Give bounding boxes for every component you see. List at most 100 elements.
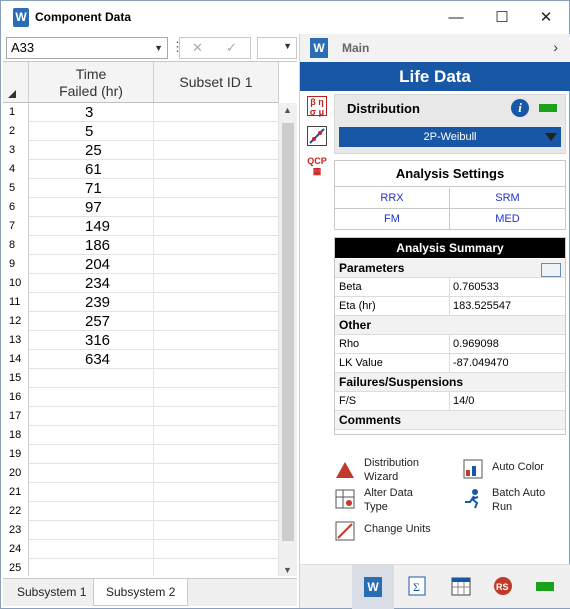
qcp-icon[interactable]: QCP ▦: [307, 156, 327, 176]
select-all-corner[interactable]: [3, 62, 29, 103]
subset-id-cell[interactable]: [154, 483, 279, 502]
distribution-select[interactable]: 2P-Weibull: [339, 127, 561, 147]
med-button[interactable]: MED: [450, 209, 565, 230]
row-number[interactable]: 25: [3, 559, 29, 576]
weibull-folio-tab[interactable]: W: [352, 565, 394, 609]
tab-subsystem-2[interactable]: Subsystem 2: [93, 579, 189, 606]
time-failed-cell[interactable]: [29, 464, 154, 483]
time-failed-cell[interactable]: 186: [29, 236, 154, 255]
tab-subsystem-1[interactable]: Subsystem 1: [5, 579, 98, 606]
plot-icon[interactable]: [307, 126, 327, 146]
subset-id-cell[interactable]: [154, 274, 279, 293]
row-number[interactable]: 2: [3, 122, 29, 141]
time-failed-cell[interactable]: [29, 369, 154, 388]
subset-id-cell[interactable]: [154, 540, 279, 559]
subset-id-cell[interactable]: [154, 141, 279, 160]
subset-id-cell[interactable]: [154, 502, 279, 521]
scroll-thumb[interactable]: [282, 123, 294, 541]
fm-button[interactable]: FM: [335, 209, 450, 230]
row-number[interactable]: 6: [3, 198, 29, 217]
row-number[interactable]: 1: [3, 103, 29, 122]
row-number[interactable]: 19: [3, 445, 29, 464]
scroll-up-icon[interactable]: ▲: [283, 105, 292, 115]
row-number[interactable]: 15: [3, 369, 29, 388]
row-number[interactable]: 8: [3, 236, 29, 255]
subset-id-cell[interactable]: [154, 331, 279, 350]
time-failed-cell[interactable]: [29, 540, 154, 559]
subset-id-cell[interactable]: [154, 350, 279, 369]
time-failed-cell[interactable]: 71: [29, 179, 154, 198]
subset-id-cell[interactable]: [154, 160, 279, 179]
subset-id-cell[interactable]: [154, 122, 279, 141]
row-number[interactable]: 3: [3, 141, 29, 160]
subset-id-cell[interactable]: [154, 426, 279, 445]
column-header-subset-id[interactable]: Subset ID 1: [154, 62, 279, 103]
time-failed-cell[interactable]: [29, 426, 154, 445]
time-failed-cell[interactable]: [29, 407, 154, 426]
time-failed-cell[interactable]: [29, 502, 154, 521]
subset-id-cell[interactable]: [154, 559, 279, 576]
calendar-icon[interactable]: [450, 575, 472, 597]
row-number[interactable]: 22: [3, 502, 29, 521]
time-failed-cell[interactable]: 239: [29, 293, 154, 312]
row-number[interactable]: 10: [3, 274, 29, 293]
minimize-button[interactable]: —: [433, 1, 479, 34]
time-failed-cell[interactable]: 61: [29, 160, 154, 179]
time-failed-cell[interactable]: [29, 521, 154, 540]
subset-id-cell[interactable]: [154, 179, 279, 198]
subset-id-cell[interactable]: [154, 198, 279, 217]
parameters-icon[interactable]: β ησ μ: [307, 96, 327, 117]
row-number[interactable]: 4: [3, 160, 29, 179]
subset-id-cell[interactable]: [154, 388, 279, 407]
row-number[interactable]: 17: [3, 407, 29, 426]
subset-id-cell[interactable]: [154, 103, 279, 122]
time-failed-cell[interactable]: 5: [29, 122, 154, 141]
plot-window-icon[interactable]: [541, 263, 561, 277]
time-failed-cell[interactable]: [29, 559, 154, 576]
subset-id-cell[interactable]: [154, 255, 279, 274]
row-number[interactable]: 18: [3, 426, 29, 445]
row-number[interactable]: 14: [3, 350, 29, 369]
rrx-button[interactable]: RRX: [335, 188, 450, 209]
time-failed-cell[interactable]: [29, 388, 154, 407]
srm-button[interactable]: SRM: [450, 188, 565, 209]
close-button[interactable]: ✕: [523, 1, 569, 34]
row-number[interactable]: 23: [3, 521, 29, 540]
row-number[interactable]: 16: [3, 388, 29, 407]
vertical-scrollbar[interactable]: ▲ ▼: [279, 103, 297, 576]
scroll-down-icon[interactable]: ▼: [283, 565, 292, 575]
maximize-button[interactable]: ☐: [479, 1, 525, 34]
subset-id-cell[interactable]: [154, 464, 279, 483]
column-header-time-failed[interactable]: Time Failed (hr): [29, 62, 154, 103]
formula-input[interactable]: ▼: [257, 37, 297, 59]
subset-id-cell[interactable]: [154, 445, 279, 464]
row-number[interactable]: 11: [3, 293, 29, 312]
row-number[interactable]: 24: [3, 540, 29, 559]
rs-logo-icon[interactable]: RS: [492, 575, 514, 597]
row-number[interactable]: 21: [3, 483, 29, 502]
subset-id-cell[interactable]: [154, 312, 279, 331]
time-failed-cell[interactable]: 25: [29, 141, 154, 160]
time-failed-cell[interactable]: 316: [29, 331, 154, 350]
info-icon[interactable]: i: [511, 99, 529, 117]
row-number[interactable]: 13: [3, 331, 29, 350]
row-number[interactable]: 9: [3, 255, 29, 274]
time-failed-cell[interactable]: 234: [29, 274, 154, 293]
time-failed-cell[interactable]: 97: [29, 198, 154, 217]
subset-id-cell[interactable]: [154, 293, 279, 312]
subset-id-cell[interactable]: [154, 407, 279, 426]
row-number[interactable]: 7: [3, 217, 29, 236]
report-icon[interactable]: Σ: [406, 575, 428, 597]
subset-id-cell[interactable]: [154, 521, 279, 540]
row-number[interactable]: 20: [3, 464, 29, 483]
row-number[interactable]: 5: [3, 179, 29, 198]
cell-reference-box[interactable]: A33 ▼: [6, 37, 168, 59]
subset-id-cell[interactable]: [154, 236, 279, 255]
cancel-edit-icon[interactable]: ✕: [192, 40, 203, 56]
time-failed-cell[interactable]: 634: [29, 350, 154, 369]
subset-id-cell[interactable]: [154, 369, 279, 388]
main-nav-bar[interactable]: W Main ›: [300, 34, 570, 62]
time-failed-cell[interactable]: 149: [29, 217, 154, 236]
time-failed-cell[interactable]: [29, 483, 154, 502]
time-failed-cell[interactable]: 257: [29, 312, 154, 331]
